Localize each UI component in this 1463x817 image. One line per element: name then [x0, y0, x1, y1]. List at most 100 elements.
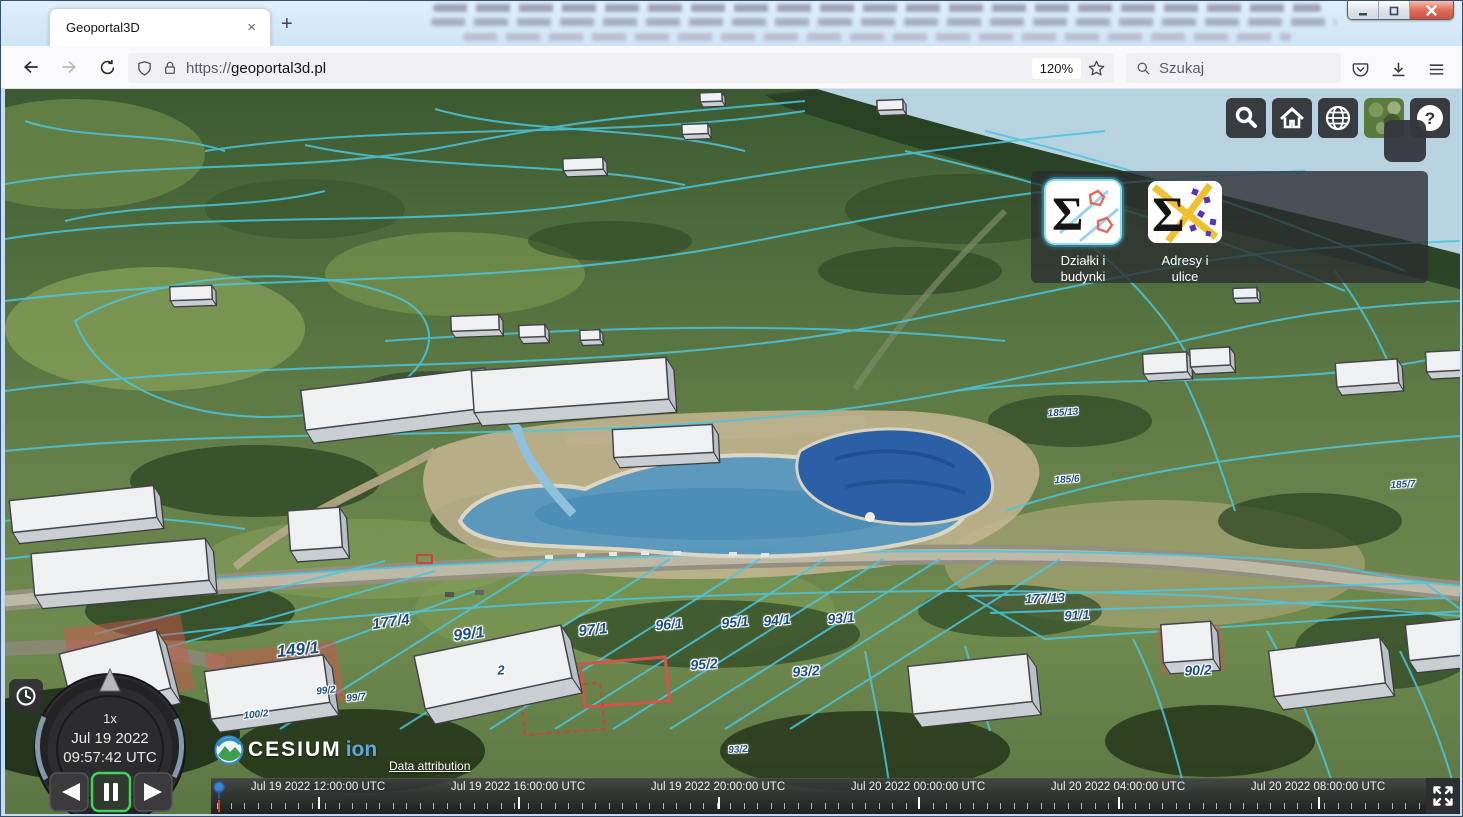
timeline-minor-tick [568, 803, 569, 809]
play-forward-button[interactable] [133, 772, 173, 812]
timeline-minor-tick [1216, 803, 1217, 809]
timeline-tick-label: Jul 19 2022 12:00:00 UTC [250, 781, 386, 793]
geocoder-search-button[interactable] [1226, 98, 1266, 138]
toolbar-right [1344, 53, 1452, 85]
timeline-minor-tick [433, 803, 434, 809]
shield-icon[interactable] [136, 60, 153, 77]
timeline-tick-label: Jul 20 2022 00:00:00 UTC [850, 781, 986, 793]
bookmark-star-icon[interactable] [1087, 59, 1106, 78]
timeline-minor-tick [649, 803, 650, 809]
timeline-minor-tick [689, 803, 691, 809]
timeline-tick-label: Jul 19 2022 20:00:00 UTC [650, 781, 786, 793]
timeline-minor-tick [325, 803, 326, 809]
timeline-minor-tick [730, 803, 731, 809]
timeline-minor-tick [1094, 803, 1096, 809]
timeline-tick-label: Jul 19 2022 16:00:00 UTC [450, 781, 586, 793]
map-canvas[interactable]: 177/4 149/1 99/1 97/1 96/1 95/1 94/1 93/1 95/2 93… [5, 89, 1460, 814]
background-window-text [431, 18, 1336, 26]
timeline-minor-tick [878, 803, 880, 809]
menu-icon[interactable] [1420, 53, 1452, 85]
tab-close-icon[interactable]: × [243, 19, 260, 36]
timeline-minor-tick [797, 803, 799, 809]
svg-text:?: ? [1425, 109, 1435, 128]
url-scheme: https:// [186, 59, 232, 77]
timeline-minor-tick [1202, 803, 1204, 809]
new-tab-button[interactable]: + [281, 13, 293, 36]
timeline-minor-tick [487, 803, 488, 809]
animation-widget: 1x Jul 19 2022 09:57:42 UTC [34, 667, 186, 814]
timeline-minor-tick [1162, 803, 1163, 809]
timeline-minor-tick [1337, 803, 1339, 809]
back-icon [23, 60, 38, 74]
svg-text:Σ: Σ [1152, 186, 1185, 242]
layer-option-dzialki-budynki[interactable]: Σ Działki i budynki [1039, 181, 1127, 284]
animation-speed: 1x [103, 711, 117, 726]
fullscreen-button[interactable] [1426, 778, 1460, 814]
timeline-minor-tick [446, 803, 448, 809]
timeline-minor-tick [271, 803, 272, 809]
timeline-minor-tick [770, 803, 772, 809]
back-button[interactable] [15, 51, 47, 83]
pause-button[interactable] [90, 771, 132, 813]
search-icon [1235, 106, 1257, 128]
home-button[interactable] [1272, 98, 1312, 138]
minimize-icon [1359, 12, 1367, 15]
timeline-minor-tick [460, 803, 461, 809]
forward-button[interactable] [53, 51, 85, 83]
maximize-button[interactable] [1379, 1, 1410, 19]
close-button[interactable] [1410, 1, 1453, 19]
timeline-minor-tick [662, 803, 664, 809]
pocket-icon[interactable] [1344, 53, 1376, 85]
timeline-minor-tick [838, 803, 839, 809]
title-bar: Geoportal3D × + [1, 1, 1462, 46]
dzialki-budynki-icon[interactable]: Σ [1046, 181, 1120, 243]
search-icon [1137, 62, 1150, 75]
play-reverse-button[interactable] [49, 772, 89, 812]
minimize-button[interactable] [1348, 1, 1379, 19]
timeline-major-tick [518, 797, 520, 809]
timeline-minor-tick [1175, 803, 1177, 809]
cesium-credit[interactable]: CESIUM ion [214, 735, 377, 765]
timeline-minor-tick [1270, 803, 1271, 809]
url-text[interactable]: https://geoportal3d.pl [186, 60, 1032, 77]
page-zoom-indicator[interactable]: 120% [1031, 57, 1081, 79]
timeline[interactable]: Jul 19 2022 12:00:00 UTC Jul 19 2022 16:0… [211, 778, 1426, 814]
timeline-scrubber[interactable] [212, 780, 226, 814]
layer-picker-dropdown-panel[interactable] [1384, 120, 1426, 162]
home-icon [1280, 106, 1304, 129]
animation-date: Jul 19 2022 [71, 730, 149, 747]
timeline-minor-tick [1405, 803, 1406, 809]
cesium-ion: ion [345, 738, 378, 761]
timeline-minor-tick [352, 803, 353, 809]
layer-option-adresy-ulice[interactable]: Σ Adresy i ulice [1141, 181, 1229, 284]
timeline-minor-tick [676, 803, 677, 809]
search-bar[interactable]: Szukaj [1126, 53, 1341, 83]
browser-tab[interactable]: Geoportal3D × [49, 8, 271, 46]
timeline-minor-tick [1013, 803, 1015, 809]
timeline-minor-tick [298, 803, 299, 809]
timeline-minor-tick [527, 803, 529, 809]
timeline-minor-tick [554, 803, 556, 809]
timeline-minor-tick [905, 803, 907, 809]
timeline-minor-tick [1297, 803, 1298, 809]
lock-icon[interactable] [162, 60, 178, 76]
url-bar[interactable]: https://geoportal3d.pl 120% [128, 53, 1114, 83]
timeline-major-tick [318, 797, 320, 809]
timeline-major-tick [718, 797, 720, 809]
close-icon [1426, 5, 1437, 16]
fullscreen-icon [1433, 786, 1453, 806]
background-window-text [433, 4, 1321, 12]
tab-title: Geoportal3D [66, 20, 140, 35]
scene-mode-globe-button[interactable] [1318, 98, 1358, 138]
timeline-minor-tick [1229, 803, 1231, 809]
reload-icon [100, 59, 114, 74]
reload-button[interactable] [91, 51, 123, 83]
adresy-ulice-icon[interactable]: Σ [1148, 181, 1222, 243]
data-attribution-link[interactable]: Data attribution [389, 759, 470, 773]
timeline-minor-tick [392, 803, 394, 809]
search-placeholder: Szukaj [1159, 59, 1205, 77]
timeline-minor-tick [473, 803, 475, 809]
timeline-minor-tick [230, 803, 232, 809]
timeline-major-tick [1318, 797, 1320, 809]
downloads-icon[interactable] [1382, 53, 1414, 85]
